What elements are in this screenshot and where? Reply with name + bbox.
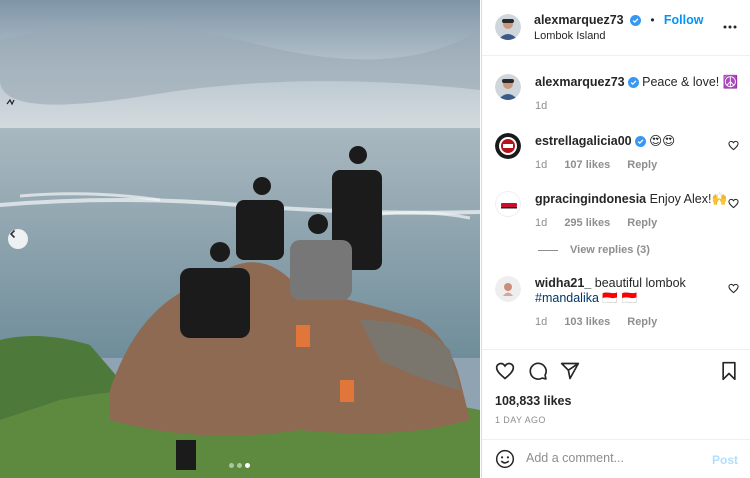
replies-divider-line xyxy=(538,249,558,251)
comment-likes[interactable]: 103 likes xyxy=(564,316,610,328)
carousel-dot xyxy=(237,463,242,468)
view-replies-button[interactable]: View replies (3) xyxy=(538,244,650,256)
heart-icon[interactable] xyxy=(728,198,739,209)
avatar[interactable] xyxy=(495,276,521,302)
reply-button[interactable]: Reply xyxy=(627,316,657,328)
comment-text-block: widha21_ beautiful lombok #mandalika 🇮🇩 … xyxy=(535,276,735,306)
avatar[interactable] xyxy=(495,191,521,217)
avatar[interactable] xyxy=(495,74,521,100)
verified-badge-icon xyxy=(634,136,646,147)
comment-likes[interactable]: 295 likes xyxy=(564,217,610,229)
view-replies-label: View replies (3) xyxy=(570,244,650,256)
comment-time[interactable]: 1d xyxy=(535,316,547,328)
comment-text-row: estrellagalicia00 😍😍 xyxy=(535,134,735,149)
post-button[interactable]: Post xyxy=(712,453,738,467)
verified-badge-icon xyxy=(629,15,641,26)
comment-username[interactable]: estrellagalicia00 xyxy=(535,134,632,148)
location-link[interactable]: Lombok Island xyxy=(534,30,606,42)
hashtag-link[interactable]: #mandalika xyxy=(535,291,599,305)
carousel-prev-button[interactable] xyxy=(8,229,28,249)
chevron-left-icon xyxy=(9,229,16,239)
comment-meta: 1d 107 likes Reply xyxy=(535,159,671,171)
bookmark-icon[interactable] xyxy=(720,361,738,381)
caption-text: Peace & love! ☮️ xyxy=(642,75,739,89)
avatar[interactable] xyxy=(495,133,521,159)
caption-time[interactable]: 1d xyxy=(535,100,547,112)
add-comment-bar: Post xyxy=(482,439,750,478)
carousel-dot xyxy=(229,463,234,468)
carousel-dot-active xyxy=(245,463,250,468)
comment-text: 😍😍 xyxy=(649,134,676,148)
comment-meta: 1d 103 likes Reply xyxy=(535,316,671,328)
comment-bubble-icon[interactable] xyxy=(528,361,548,381)
caption-meta: 1d xyxy=(535,100,561,112)
comment-time[interactable]: 1d xyxy=(535,217,547,229)
caption-username[interactable]: alexmarquez73 xyxy=(535,75,625,89)
more-options-icon[interactable] xyxy=(723,19,737,35)
share-paper-plane-icon[interactable] xyxy=(560,361,580,381)
post-timestamp[interactable]: 1 DAY AGO xyxy=(495,415,546,425)
follow-button[interactable]: Follow xyxy=(664,13,704,27)
post-side-panel: alexmarquez73 • Follow Lombok Island ale… xyxy=(481,0,750,478)
carousel-dots xyxy=(229,463,250,468)
reply-button[interactable]: Reply xyxy=(627,217,657,229)
post-header: alexmarquez73 • Follow Lombok Island xyxy=(482,0,750,56)
verified-badge-icon xyxy=(627,77,639,88)
post-photo[interactable] xyxy=(0,0,480,478)
post-actions: 108,833 likes 1 DAY AGO xyxy=(482,349,750,439)
comment-text: Enjoy Alex!🙌 xyxy=(649,192,728,206)
reply-button[interactable]: Reply xyxy=(627,159,657,171)
heart-icon[interactable] xyxy=(728,140,739,151)
comment-username[interactable]: gpracingindonesia xyxy=(535,192,646,206)
heart-icon[interactable] xyxy=(728,283,739,294)
photo-scene xyxy=(0,0,480,478)
comment-flags: 🇮🇩 🇮🇩 xyxy=(602,291,638,305)
comment-text-row: gpracingindonesia Enjoy Alex!🙌 xyxy=(535,192,735,207)
header-username[interactable]: alexmarquez73 xyxy=(534,13,624,27)
comment-input[interactable] xyxy=(526,451,706,465)
comment-text: beautiful lombok xyxy=(594,276,686,290)
avatar[interactable] xyxy=(495,14,521,40)
emoji-icon[interactable] xyxy=(495,449,515,469)
comment-meta: 1d 295 likes Reply xyxy=(535,217,671,229)
comment-likes[interactable]: 107 likes xyxy=(564,159,610,171)
header-user-row: alexmarquez73 • Follow xyxy=(534,13,703,27)
comment-username[interactable]: widha21_ xyxy=(535,276,591,290)
likes-count[interactable]: 108,833 likes xyxy=(495,394,571,408)
caption-text-row: alexmarquez73 Peace & love! ☮️ xyxy=(535,75,745,90)
separator-dot: • xyxy=(650,13,655,27)
like-heart-icon[interactable] xyxy=(495,361,515,381)
comment-time[interactable]: 1d xyxy=(535,159,547,171)
